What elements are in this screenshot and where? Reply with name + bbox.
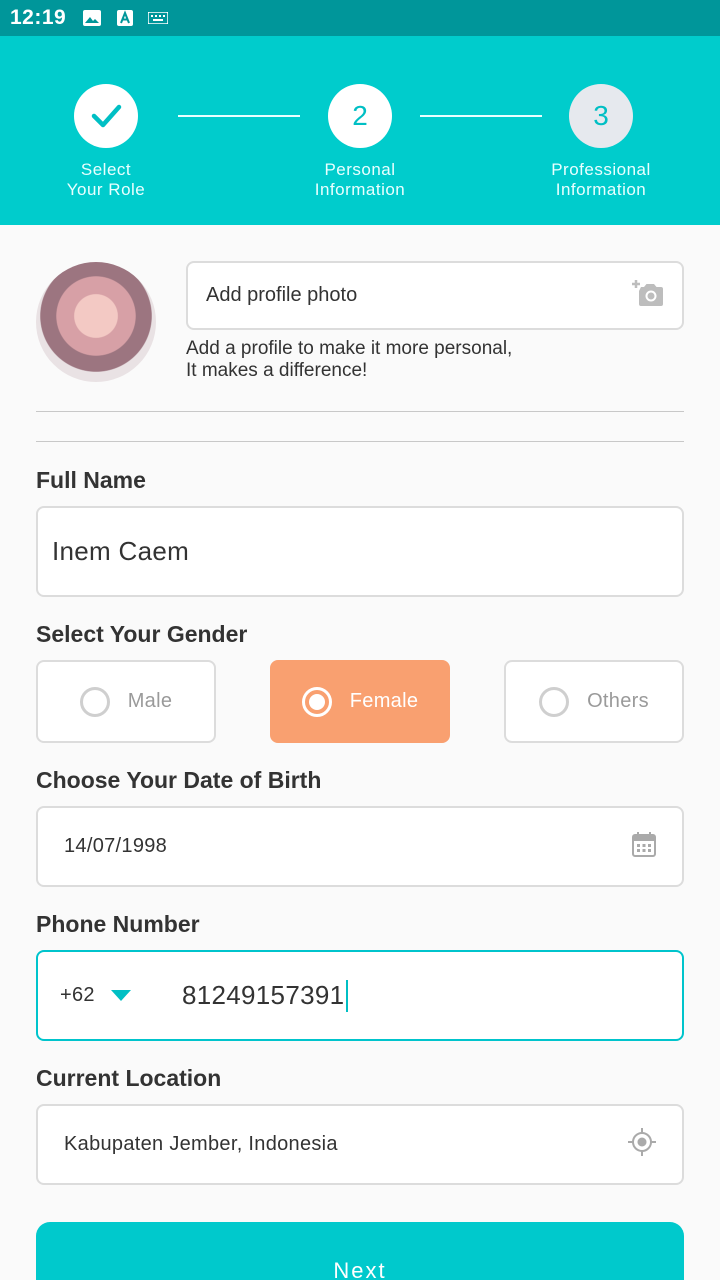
chevron-down-icon [110,990,131,1001]
add-photo-label: Add profile photo [206,284,358,306]
gender-option-label: Male [127,690,173,712]
gender-option-others[interactable]: Others [504,660,684,743]
full-name-label: Full Name [36,467,146,493]
step-label-line1: Select [80,160,132,179]
hint-line2: It makes a difference! [186,360,368,381]
gender-option-label: Others [587,690,649,712]
step-done-circle [74,84,138,148]
status-time: 12:19 [10,6,67,29]
dob-label: Choose Your Date of Birth [36,767,322,793]
radio-unchecked-icon [79,686,110,717]
step-label-line1: Personal [324,160,396,179]
add-profile-photo-button[interactable]: Add profile photo [186,261,684,330]
add-photo-camera-icon [632,279,664,312]
full-name-value: Inem Caem [52,536,190,566]
phone-number-value: 81249157391 [182,980,345,1010]
divider [36,441,684,442]
next-button[interactable]: Next [36,1222,684,1280]
radio-unchecked-icon [539,686,570,717]
dob-value: 14/07/1998 [64,835,168,857]
hint-line1: Add a profile to make it more personal, [186,338,513,359]
image-icon [82,9,102,27]
step-label-line1: Professional [551,160,651,179]
avatar[interactable] [36,262,156,382]
step-number-circle: 3 [569,84,633,148]
font-a-icon [115,9,135,27]
text-cursor [346,979,349,1012]
full-name-input[interactable]: Inem Caem [36,506,684,597]
status-bar: 12:19 [0,0,720,36]
divider [36,411,684,412]
phone-input[interactable]: +62 81249157391 [36,950,684,1041]
phone-number-field[interactable]: 81249157391 [182,979,349,1012]
form-content: Add profile photo Add a profile to make … [0,225,720,1280]
step-label-line2: Your Role [66,180,146,199]
step-label-line2: Information [555,180,647,199]
step-number-circle: 2 [328,84,392,148]
location-value: Kabupaten Jember, Indonesia [64,1133,338,1155]
step-professional-info[interactable]: 3 Professional Information [501,84,701,200]
dob-input[interactable]: 14/07/1998 [36,806,684,887]
gender-label: Select Your Gender [36,621,248,647]
location-label: Current Location [36,1065,222,1091]
country-code-selector[interactable]: +62 [60,984,182,1007]
step-select-role[interactable]: Select Your Role [6,84,206,200]
profile-photo-hint: Add a profile to make it more personal, … [186,338,684,382]
country-code: +62 [60,984,95,1006]
keyboard-icon [148,9,169,27]
stepper-header: Select Your Role 2 Personal Information … [0,36,720,225]
check-icon [91,104,122,128]
phone-label: Phone Number [36,911,200,937]
gender-option-female[interactable]: Female [270,660,450,743]
calendar-icon[interactable] [632,831,656,862]
location-input[interactable]: Kabupaten Jember, Indonesia [36,1104,684,1185]
radio-checked-icon [301,686,332,717]
step-personal-info[interactable]: 2 Personal Information [260,84,460,200]
gender-option-male[interactable]: Male [36,660,216,743]
step-label-line2: Information [314,180,406,199]
gps-target-icon[interactable] [628,1128,656,1161]
gender-option-label: Female [349,690,419,712]
